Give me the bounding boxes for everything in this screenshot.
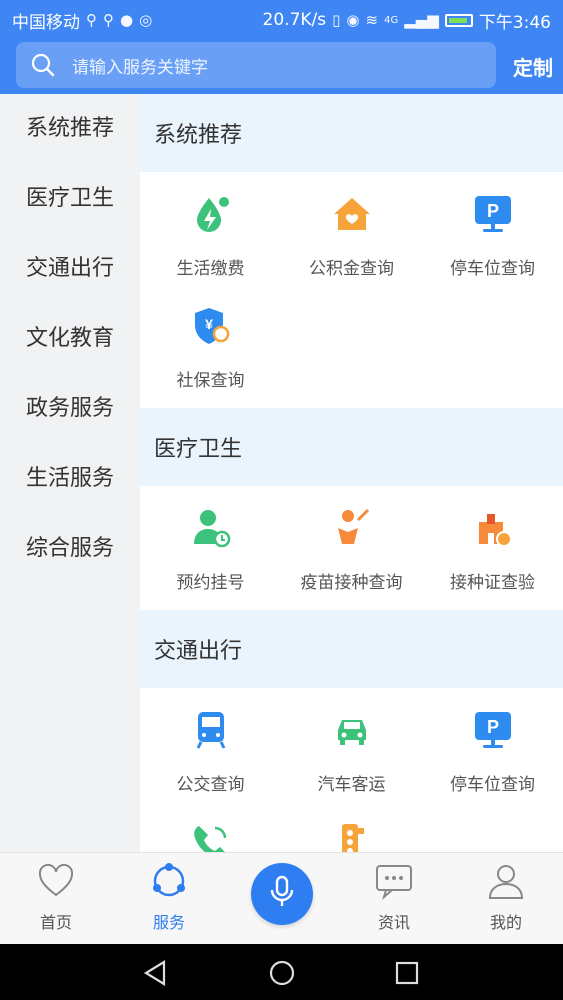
voice-button[interactable] <box>251 863 313 925</box>
wifi-icon: ≋ <box>365 11 379 29</box>
service-parking[interactable]: P 停车位查询 <box>422 178 563 290</box>
svg-text:¥: ¥ <box>205 316 213 332</box>
tab-mine[interactable]: 我的 <box>466 861 546 941</box>
service-grid: 公交查询 汽车客运 P 停车位查询 <box>140 688 563 852</box>
tab-label: 首页 <box>39 913 72 932</box>
search-input[interactable]: 请输入服务关键字 <box>16 42 496 88</box>
clock: 下午3:46 <box>478 12 551 33</box>
parking-icon: P <box>471 192 515 236</box>
battery-icon <box>444 13 473 27</box>
service-label: 公积金查询 <box>309 259 394 279</box>
microphone-icon <box>267 875 297 913</box>
back-button[interactable] <box>140 958 170 988</box>
house-icon <box>330 192 374 236</box>
parking-icon: P <box>471 708 515 752</box>
service-label: 生活缴费 <box>176 259 245 279</box>
service-grid: 预约挂号 疫苗接种查询 接种证查验 <box>140 486 563 610</box>
usb-icon: ⚲ <box>86 11 97 29</box>
service-coach[interactable]: 汽车客运 <box>281 694 422 806</box>
section-title: 交通出行 <box>140 610 563 688</box>
service-label: 疫苗接种查询 <box>300 573 403 593</box>
app-notification-icon: ◎ <box>139 11 153 29</box>
service-life-payment[interactable]: 生活缴费 <box>140 178 281 290</box>
service-vaccine-query[interactable]: 疫苗接种查询 <box>281 492 422 604</box>
bus-icon <box>189 708 233 752</box>
search-placeholder: 请输入服务关键字 <box>72 57 208 78</box>
sidebar-item-government[interactable]: 政务服务 <box>0 374 140 444</box>
eye-icon: ◉ <box>346 11 360 29</box>
signal-icon: ▂▄▆ <box>404 11 439 29</box>
tab-home[interactable]: 首页 <box>16 861 96 941</box>
service-housing-fund[interactable]: 公积金查询 <box>281 178 422 290</box>
nurse-icon <box>189 506 233 550</box>
network-type: 4G <box>384 14 399 26</box>
tab-news[interactable]: 资讯 <box>354 861 434 941</box>
sidebar-item-education[interactable]: 文化教育 <box>0 304 140 374</box>
svg-text:P: P <box>486 717 498 737</box>
service-label: 预约挂号 <box>176 573 245 593</box>
user-icon <box>486 861 526 905</box>
service-label: 停车位查询 <box>450 259 535 279</box>
category-sidebar: 系统推荐 医疗卫生 交通出行 文化教育 政务服务 生活服务 综合服务 <box>0 94 140 852</box>
system-nav-bar <box>0 944 563 1000</box>
vibrate-icon: ▯ <box>332 11 341 29</box>
sidebar-item-general[interactable]: 综合服务 <box>0 514 140 584</box>
service-parking-2[interactable]: P 停车位查询 <box>422 694 563 806</box>
service-label: 接种证查验 <box>450 573 535 593</box>
service-label: 停车位查询 <box>450 775 535 795</box>
service-label: 社保查询 <box>176 371 245 391</box>
carrier-label: 中国移动 <box>12 12 80 33</box>
sidebar-item-life[interactable]: 生活服务 <box>0 444 140 514</box>
shield-yen-icon: ¥ <box>189 304 233 348</box>
tab-label: 资讯 <box>377 913 410 932</box>
section-title: 医疗卫生 <box>140 408 563 486</box>
home-button[interactable] <box>267 958 297 988</box>
hospital-icon <box>471 506 515 550</box>
service-grid: 生活缴费 公积金查询 P 停车位查询 ¥ 社保查询 <box>140 172 563 408</box>
heart-icon <box>36 861 76 905</box>
sidebar-item-transport[interactable]: 交通出行 <box>0 234 140 304</box>
sidebar-item-medical[interactable]: 医疗卫生 <box>0 164 140 234</box>
service-appointment[interactable]: 预约挂号 <box>140 492 281 604</box>
network-speed: 20.7K/s <box>262 10 327 30</box>
tab-label: 我的 <box>489 913 522 932</box>
tab-label: 服务 <box>152 913 185 932</box>
message-icon: ● <box>120 11 134 29</box>
section-title: 系统推荐 <box>140 94 563 172</box>
sidebar-item-recommend[interactable]: 系统推荐 <box>0 94 140 164</box>
service-phone[interactable] <box>140 806 281 852</box>
chat-icon <box>374 861 414 905</box>
service-social-security[interactable]: ¥ 社保查询 <box>140 290 281 402</box>
bolt-drop-icon <box>189 192 233 236</box>
car-icon <box>330 708 374 752</box>
search-icon <box>30 52 56 78</box>
status-bar: 中国移动 ⚲ ⚲ ● ◎ 20.7K/s ▯ ◉ ≋ 4G ▂▄▆ 下午3:46 <box>0 0 563 40</box>
tab-services[interactable]: 服务 <box>129 861 209 941</box>
traffic-light-icon <box>330 820 374 852</box>
service-vaccine-cert[interactable]: 接种证查验 <box>422 492 563 604</box>
vaccine-icon <box>330 506 374 550</box>
share-nodes-icon <box>149 861 189 905</box>
service-content: 系统推荐 生活缴费 公积金查询 P 停车位查询 ¥ 社保查询 医疗卫生 预约挂号… <box>140 94 563 852</box>
recents-button[interactable] <box>392 958 422 988</box>
service-label: 公交查询 <box>176 775 245 795</box>
svg-text:P: P <box>486 201 498 221</box>
top-bar: 请输入服务关键字 定制 <box>0 40 563 94</box>
service-label: 汽车客运 <box>317 775 386 795</box>
bottom-tab-bar: 首页 服务 资讯 我的 <box>0 852 563 944</box>
service-bus-query[interactable]: 公交查询 <box>140 694 281 806</box>
customize-button[interactable]: 定制 <box>513 52 553 81</box>
usb-icon: ⚲ <box>103 11 114 29</box>
phone-icon <box>189 820 233 852</box>
service-traffic-light[interactable] <box>281 806 422 852</box>
